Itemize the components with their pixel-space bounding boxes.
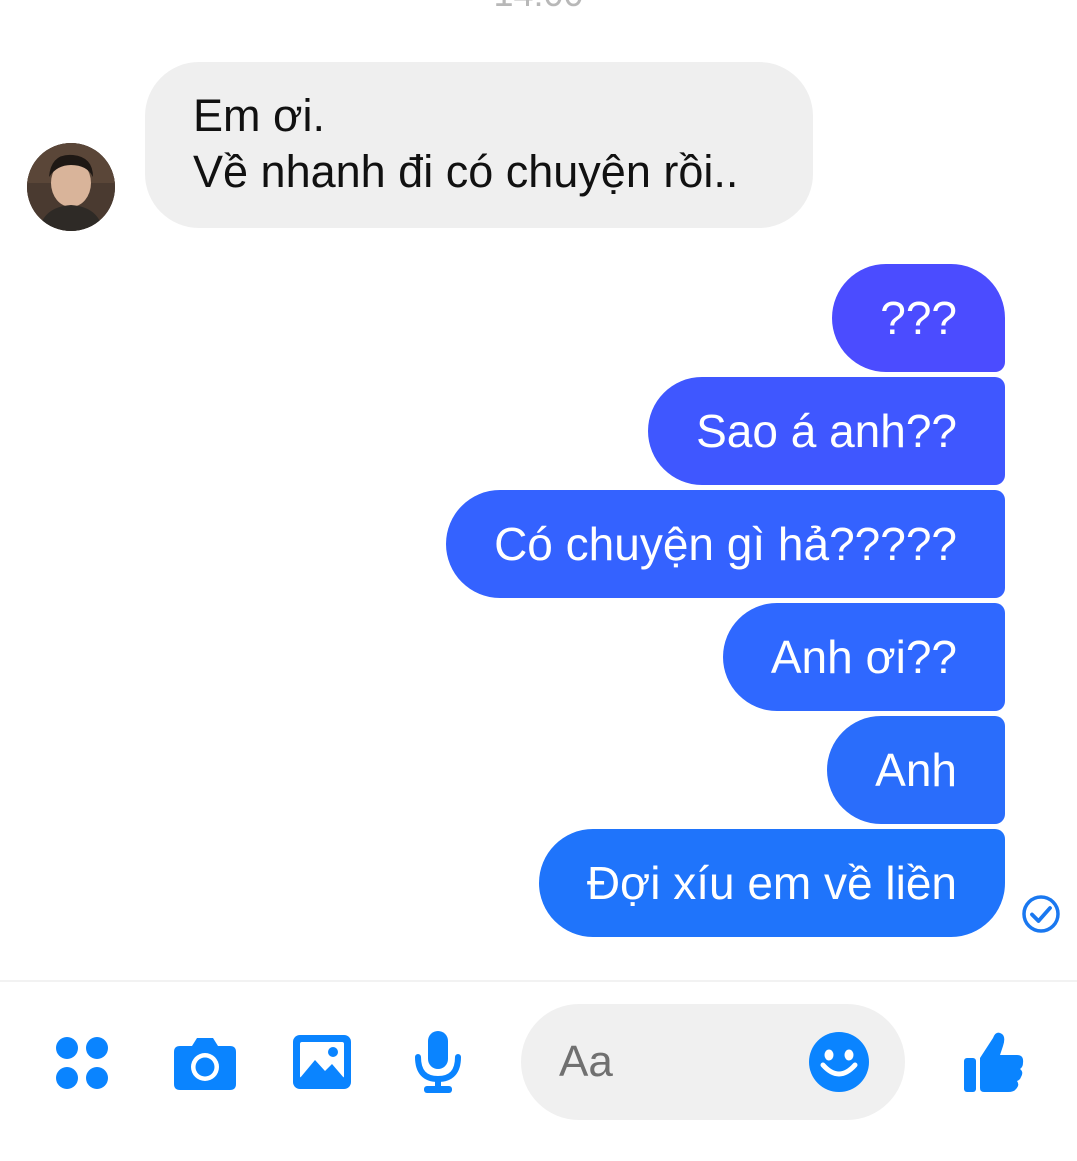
sent-message-bubble[interactable]: ???	[832, 264, 1005, 372]
sent-message-bubble[interactable]: Có chuyện gì hả?????	[446, 490, 1005, 598]
microphone-button[interactable]	[410, 1028, 466, 1096]
received-message-bubble[interactable]: Em ơi. Về nhanh đi có chuyện rồi..	[145, 62, 813, 228]
received-message-line-1: Em ơi.	[193, 90, 326, 141]
message-input[interactable]: Aa	[521, 1004, 905, 1120]
sent-message-bubble[interactable]: Anh ơi??	[722, 603, 1005, 711]
image-button[interactable]	[289, 1031, 355, 1093]
microphone-icon	[415, 1031, 461, 1093]
composer-divider	[0, 980, 1077, 982]
image-icon	[293, 1035, 351, 1089]
thumbs-up-icon	[964, 1032, 1024, 1092]
contact-avatar[interactable]	[27, 143, 115, 231]
check-circle-icon	[1022, 895, 1060, 933]
camera-button[interactable]	[170, 1031, 240, 1095]
smile-icon[interactable]	[808, 1031, 870, 1093]
sent-message-bubble[interactable]: Anh	[827, 716, 1005, 824]
sent-message-bubble[interactable]: Đợi xíu em về liền	[538, 829, 1005, 937]
received-message-line-2: Về nhanh đi có chuyện rồi..	[193, 146, 739, 197]
messenger-chat-screen: 14:00 Em ơi. Về nhanh đi có chuyện rồi..…	[0, 0, 1077, 1161]
like-button[interactable]	[958, 1026, 1028, 1096]
camera-icon	[174, 1038, 236, 1090]
menu-dots-button[interactable]	[52, 1033, 112, 1093]
message-timestamp: 14:00	[0, 0, 1077, 12]
avatar-photo	[27, 143, 115, 231]
menu-dots-icon	[56, 1037, 108, 1089]
message-input-placeholder: Aa	[559, 1037, 613, 1086]
sent-message-bubble[interactable]: Sao á anh??	[648, 377, 1005, 485]
